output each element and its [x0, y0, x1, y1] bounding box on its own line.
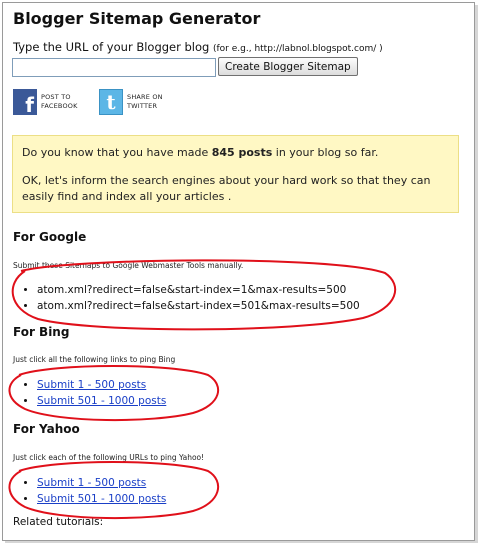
google-heading: For Google — [13, 230, 87, 244]
bing-heading: For Bing — [13, 325, 70, 339]
twitter-label-line2: TWITTER — [127, 102, 158, 110]
yahoo-submit-501-1000-link[interactable]: Submit 501 - 1000 posts — [37, 493, 166, 505]
bing-submit-501-1000-link[interactable]: Submit 501 - 1000 posts — [37, 395, 166, 407]
related-tutorials-label: Related tutorials: — [13, 516, 104, 528]
bing-ping-list: Submit 1 - 500 posts Submit 501 - 1000 p… — [17, 377, 166, 409]
facebook-label-line1: POST TO — [41, 93, 71, 101]
url-example: (for e.g., http://labnol.blogspot.com/ ) — [213, 44, 383, 54]
twitter-share-label: SHARE ON TWITTER — [127, 93, 163, 111]
list-item: atom.xml?redirect=false&start-index=1&ma… — [37, 282, 360, 298]
notice-line-2: OK, let's inform the search engines abou… — [22, 174, 431, 203]
twitter-label-line1: SHARE ON — [127, 93, 163, 101]
create-sitemap-button[interactable]: Create Blogger Sitemap — [218, 57, 358, 76]
twitter-icon: t — [99, 89, 123, 115]
notice-text-pre: Do you know that you have made — [22, 146, 212, 159]
list-item: Submit 501 - 1000 posts — [37, 491, 166, 507]
post-count: 845 posts — [211, 146, 273, 159]
notice-text-post: in your blog so far. — [272, 146, 379, 159]
list-item: atom.xml?redirect=false&start-index=501&… — [37, 298, 360, 314]
google-instruction: Submit these Sitemaps to Google Webmaste… — [13, 261, 244, 270]
url-prompt-text: Type the URL of your Blogger blog — [13, 40, 210, 54]
list-item: Submit 1 - 500 posts — [37, 475, 166, 491]
notice-line-1: Do you know that you have made 845 posts… — [22, 145, 449, 161]
list-item: Submit 1 - 500 posts — [37, 377, 166, 393]
post-count-notice: Do you know that you have made 845 posts… — [12, 135, 459, 213]
facebook-share-label: POST TO FACEBOOK — [41, 93, 78, 111]
bing-submit-1-500-link[interactable]: Submit 1 - 500 posts — [37, 379, 146, 391]
facebook-icon: f — [13, 89, 37, 115]
yahoo-instruction: Just click each of the following URLs to… — [13, 453, 205, 462]
yahoo-ping-list: Submit 1 - 500 posts Submit 501 - 1000 p… — [17, 475, 166, 507]
url-prompt: Type the URL of your Blogger blog (for e… — [13, 40, 383, 54]
blog-url-input[interactable] — [12, 58, 216, 77]
yahoo-heading: For Yahoo — [13, 422, 80, 436]
share-on-twitter-button[interactable]: t SHARE ON TWITTER — [99, 89, 163, 115]
list-item: Submit 501 - 1000 posts — [37, 393, 166, 409]
page-title: Blogger Sitemap Generator — [13, 9, 261, 28]
page-frame: Blogger Sitemap Generator Type the URL o… — [2, 2, 475, 541]
google-sitemap-list: atom.xml?redirect=false&start-index=1&ma… — [17, 282, 360, 314]
facebook-label-line2: FACEBOOK — [41, 102, 78, 110]
yahoo-submit-1-500-link[interactable]: Submit 1 - 500 posts — [37, 477, 146, 489]
post-to-facebook-button[interactable]: f POST TO FACEBOOK — [13, 89, 78, 115]
bing-instruction: Just click all the following links to pi… — [13, 355, 176, 364]
